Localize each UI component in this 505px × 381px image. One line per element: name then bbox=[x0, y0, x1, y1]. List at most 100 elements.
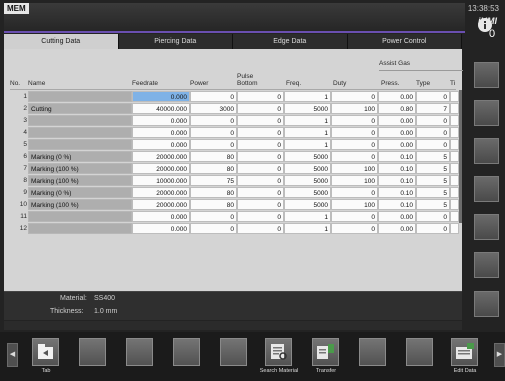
cell-type[interactable]: 5 bbox=[416, 163, 450, 174]
table-row[interactable]: 11 0.000 0 0 1 0 0.00 0 bbox=[4, 211, 462, 223]
cell-duty[interactable]: 0 bbox=[331, 187, 378, 198]
cell-ti[interactable] bbox=[450, 139, 459, 150]
tab-softkey[interactable] bbox=[32, 338, 59, 366]
softkey-9[interactable] bbox=[406, 338, 433, 366]
cell-pulse[interactable]: 0 bbox=[237, 103, 284, 114]
cell-type[interactable]: 5 bbox=[416, 151, 450, 162]
cell-freq[interactable]: 1 bbox=[284, 115, 331, 126]
cell-name[interactable]: Marking (0 %) bbox=[28, 151, 132, 162]
cell-duty[interactable]: 0 bbox=[331, 223, 378, 234]
cell-name[interactable] bbox=[28, 115, 132, 126]
cell-press[interactable]: 0.00 bbox=[378, 91, 416, 102]
edit-data-softkey[interactable] bbox=[451, 338, 478, 366]
cell-press[interactable]: 0.10 bbox=[378, 187, 416, 198]
cell-pulse[interactable]: 0 bbox=[237, 223, 284, 234]
cell-freq[interactable]: 1 bbox=[284, 91, 331, 102]
table-row[interactable]: 6 Marking (0 %) 20000.000 80 0 5000 0 0.10 5 bbox=[4, 151, 462, 163]
cell-type[interactable]: 7 bbox=[416, 103, 450, 114]
cell-feedrate[interactable]: 0.000 bbox=[132, 127, 190, 138]
cell-press[interactable]: 0.00 bbox=[378, 223, 416, 234]
cell-ti[interactable] bbox=[450, 175, 459, 186]
side-key-7[interactable] bbox=[474, 291, 499, 317]
cell-power[interactable]: 80 bbox=[190, 187, 237, 198]
cell-ti[interactable] bbox=[450, 223, 459, 234]
table-row[interactable]: 3 0.000 0 0 1 0 0.00 0 bbox=[4, 115, 462, 127]
side-key-2[interactable] bbox=[474, 100, 499, 126]
cell-power[interactable]: 0 bbox=[190, 115, 237, 126]
cell-duty[interactable]: 0 bbox=[331, 211, 378, 222]
cell-press[interactable]: 0.10 bbox=[378, 199, 416, 210]
prev-page-button[interactable]: ◀ bbox=[7, 343, 18, 367]
cell-ti[interactable] bbox=[450, 199, 459, 210]
cell-type[interactable]: 0 bbox=[416, 115, 450, 126]
softkey-8[interactable] bbox=[359, 338, 386, 366]
side-key-6[interactable] bbox=[474, 252, 499, 278]
cell-duty[interactable]: 100 bbox=[331, 175, 378, 186]
cell-power[interactable]: 0 bbox=[190, 91, 237, 102]
cell-press[interactable]: 0.00 bbox=[378, 139, 416, 150]
table-row[interactable]: 5 0.000 0 0 1 0 0.00 0 bbox=[4, 139, 462, 151]
cell-name[interactable] bbox=[28, 127, 132, 138]
cell-power[interactable]: 80 bbox=[190, 199, 237, 210]
cell-pulse[interactable]: 0 bbox=[237, 211, 284, 222]
cell-freq[interactable]: 1 bbox=[284, 139, 331, 150]
cell-pulse[interactable]: 0 bbox=[237, 91, 284, 102]
cell-power[interactable]: 3000 bbox=[190, 103, 237, 114]
cell-press[interactable]: 0.00 bbox=[378, 115, 416, 126]
cell-power[interactable]: 75 bbox=[190, 175, 237, 186]
cell-ti[interactable] bbox=[450, 115, 459, 126]
cell-name[interactable] bbox=[28, 223, 132, 234]
cell-name[interactable]: Cutting bbox=[28, 103, 132, 114]
cell-type[interactable]: 0 bbox=[416, 139, 450, 150]
cell-type[interactable]: 5 bbox=[416, 175, 450, 186]
cell-type[interactable]: 5 bbox=[416, 199, 450, 210]
cell-type[interactable]: 0 bbox=[416, 91, 450, 102]
cell-duty[interactable]: 0 bbox=[331, 139, 378, 150]
cell-pulse[interactable]: 0 bbox=[237, 187, 284, 198]
cell-freq[interactable]: 5000 bbox=[284, 187, 331, 198]
cell-ti[interactable] bbox=[450, 163, 459, 174]
side-key-1[interactable] bbox=[474, 62, 499, 88]
table-row[interactable]: 10 Marking (100 %) 20000.000 80 0 5000 100 0.10… bbox=[4, 199, 462, 211]
table-row[interactable]: 1 0.000 0 0 1 0 0.00 0 bbox=[4, 91, 462, 103]
cell-duty[interactable]: 100 bbox=[331, 163, 378, 174]
table-row[interactable]: 8 Marking (100 %) 10000.000 75 0 5000 100 0.10 5 bbox=[4, 175, 462, 187]
tab-cutting-data[interactable]: Cutting Data bbox=[4, 34, 119, 49]
cell-freq[interactable]: 5000 bbox=[284, 151, 331, 162]
tab-power-control[interactable]: Power Control bbox=[347, 34, 462, 49]
cell-freq[interactable]: 1 bbox=[284, 127, 331, 138]
cell-pulse[interactable]: 0 bbox=[237, 151, 284, 162]
next-page-button[interactable]: ▶ bbox=[494, 343, 505, 367]
cell-ti[interactable] bbox=[450, 151, 459, 162]
cell-name[interactable]: Marking (100 %) bbox=[28, 175, 132, 186]
softkey-5[interactable] bbox=[220, 338, 247, 366]
cell-pulse[interactable]: 0 bbox=[237, 163, 284, 174]
info-icon[interactable] bbox=[474, 14, 500, 42]
cell-feedrate[interactable]: 0.000 bbox=[132, 115, 190, 126]
cell-press[interactable]: 0.00 bbox=[378, 211, 416, 222]
cell-feedrate[interactable]: 20000.000 bbox=[132, 151, 190, 162]
cell-ti[interactable] bbox=[450, 211, 459, 222]
cell-freq[interactable]: 1 bbox=[284, 211, 331, 222]
cell-name[interactable] bbox=[28, 91, 132, 102]
cell-duty[interactable]: 100 bbox=[331, 103, 378, 114]
cell-press[interactable]: 0.10 bbox=[378, 175, 416, 186]
cell-power[interactable]: 80 bbox=[190, 163, 237, 174]
cell-pulse[interactable]: 0 bbox=[237, 139, 284, 150]
cell-feedrate[interactable]: 10000.000 bbox=[132, 175, 190, 186]
cell-name[interactable] bbox=[28, 211, 132, 222]
cell-duty[interactable]: 0 bbox=[331, 151, 378, 162]
cell-feedrate[interactable]: 0.000 bbox=[132, 139, 190, 150]
cell-freq[interactable]: 5000 bbox=[284, 103, 331, 114]
side-key-3[interactable] bbox=[474, 138, 499, 164]
cell-type[interactable]: 0 bbox=[416, 223, 450, 234]
table-row[interactable]: 12 0.000 0 0 1 0 0.00 0 bbox=[4, 223, 462, 235]
cell-press[interactable]: 0.10 bbox=[378, 163, 416, 174]
cell-press[interactable]: 0.10 bbox=[378, 151, 416, 162]
cell-freq[interactable]: 5000 bbox=[284, 199, 331, 210]
cell-feedrate[interactable]: 20000.000 bbox=[132, 163, 190, 174]
cell-press[interactable]: 0.00 bbox=[378, 127, 416, 138]
cell-name[interactable] bbox=[28, 139, 132, 150]
cell-pulse[interactable]: 0 bbox=[237, 199, 284, 210]
cell-name[interactable]: Marking (100 %) bbox=[28, 199, 132, 210]
